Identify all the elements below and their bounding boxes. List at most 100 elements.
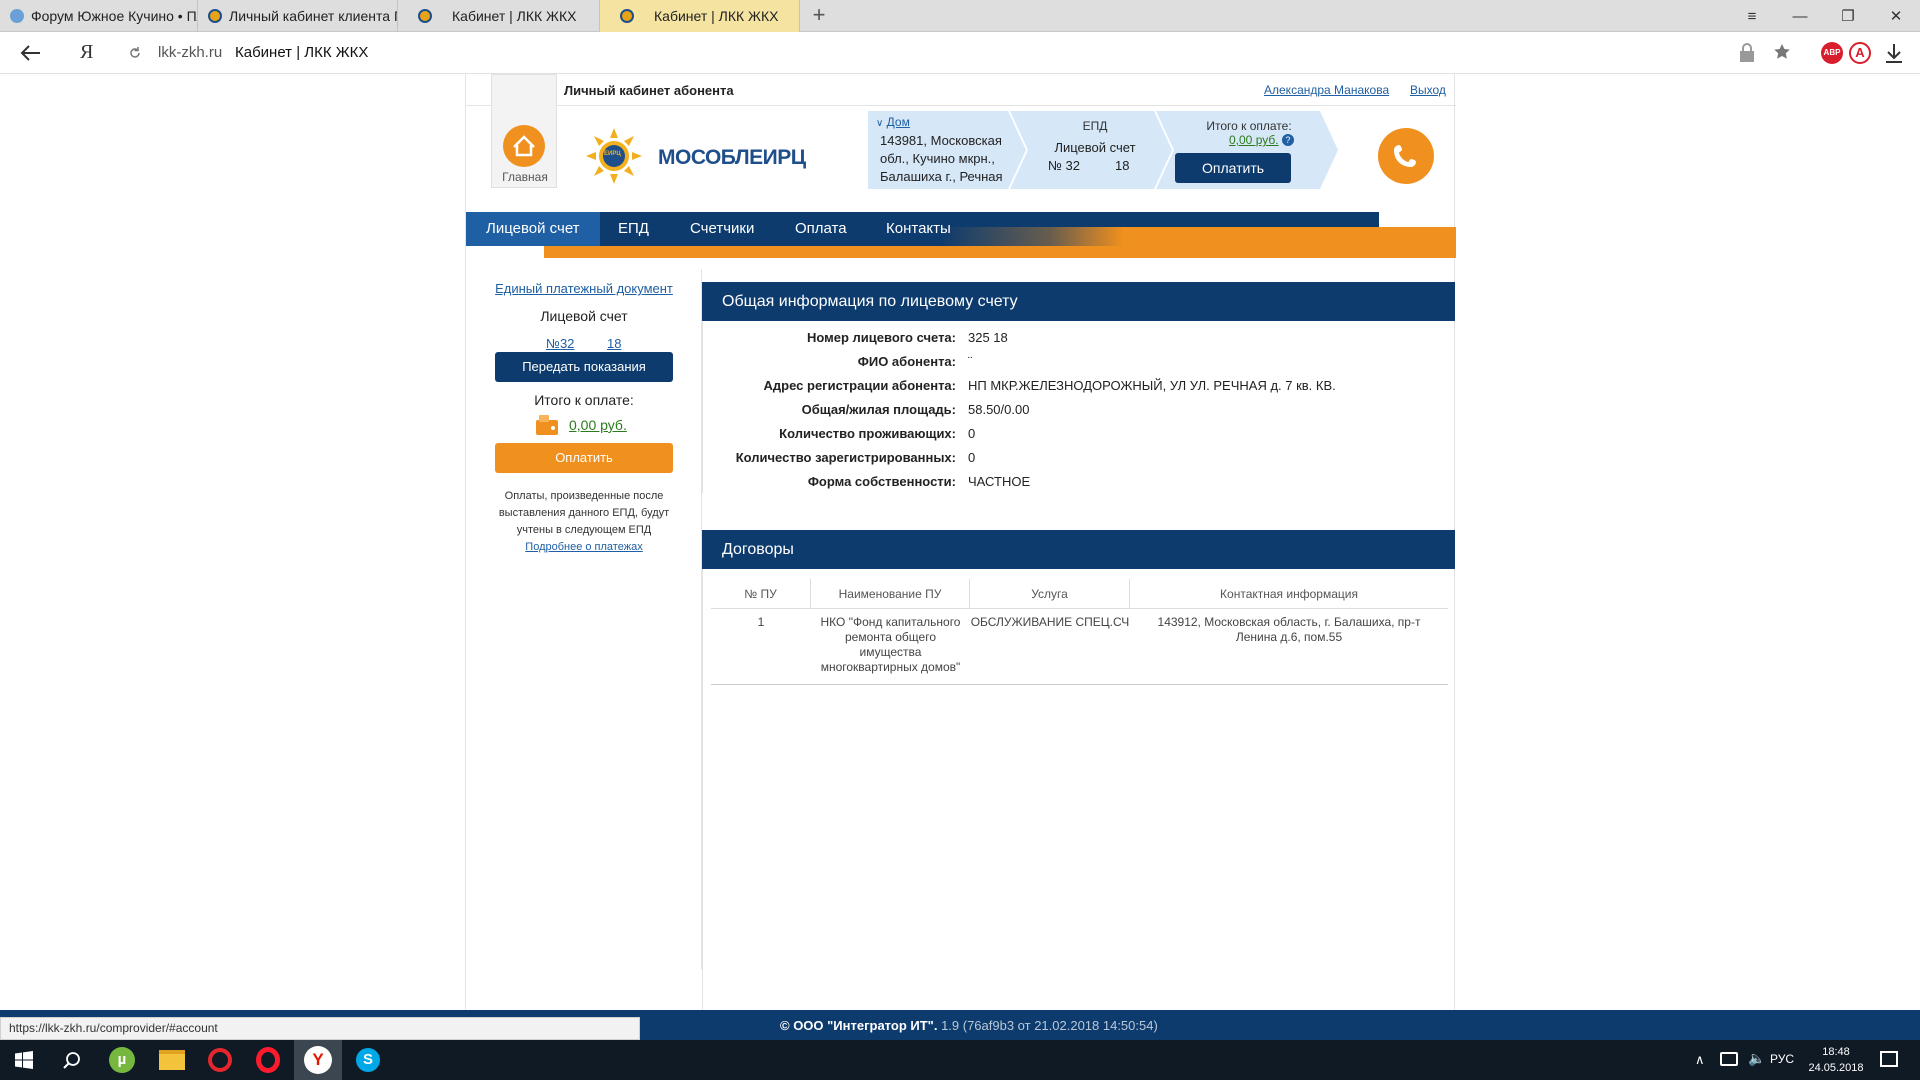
info-label: Количество зарегистрированных: — [735, 450, 956, 465]
address-line: Балашиха г., Речная — [880, 169, 1003, 184]
browser-tab-1[interactable]: Форум Южное Кучино • Пл — [0, 0, 198, 32]
cell-line: 143912, Московская область, г. Балашиха,… — [1157, 615, 1421, 629]
note-line: учтены в следующем ЕПД — [516, 524, 652, 536]
media-player-icon[interactable] — [196, 1040, 244, 1080]
cell-line: НКО "Фонд капитального — [820, 615, 961, 629]
table-cell: 143912, Московская область, г. Балашиха,… — [1130, 615, 1448, 645]
wallet-icon — [535, 414, 559, 435]
contracts-panel: № ПУ Наименование ПУ Услуга Контактная и… — [702, 569, 1455, 1079]
help-icon[interactable]: ? — [1281, 134, 1294, 146]
general-info-header: Общая информация по лицевому счету — [702, 282, 1455, 321]
extension-a-icon[interactable]: A — [1849, 42, 1871, 64]
windows-start-icon[interactable] — [0, 1040, 48, 1080]
skype-icon[interactable]: S — [344, 1040, 392, 1080]
windows-taskbar: µ Y S ∧ 🔈 РУС 18:48 24.05.2018 — [0, 1040, 1920, 1080]
back-arrow-icon[interactable] — [18, 41, 44, 65]
sidebar-account-label: Лицевой счет — [540, 308, 628, 324]
sidebar-account-suffix[interactable]: 18 — [607, 336, 621, 351]
user-name-link[interactable]: Александра Манакова — [1264, 83, 1389, 97]
browser-tab-2[interactable]: Личный кабинет клиента П — [198, 0, 398, 32]
forum-favicon-icon — [10, 9, 24, 23]
language-indicator[interactable]: РУС — [1770, 1052, 1794, 1066]
info-row: Количество зарегистрированных: 0 — [703, 446, 1443, 470]
table-row: 1 НКО "Фонд капитального ремонта общего … — [711, 615, 1448, 685]
sidebar-amount-link[interactable]: 0,00 руб. — [569, 417, 627, 433]
cell-line: многоквартирных домов" — [820, 660, 961, 674]
close-window-button[interactable]: ✕ — [1872, 0, 1920, 32]
cell-line: имущества — [859, 645, 922, 659]
logout-link[interactable]: Выход — [1410, 83, 1446, 97]
bookmark-star-icon[interactable] — [1773, 43, 1791, 61]
adblock-extension-icon[interactable]: ABP — [1821, 42, 1843, 64]
utorrent-icon[interactable]: µ — [98, 1040, 146, 1080]
lock-icon[interactable] — [1738, 43, 1756, 63]
browser-tab-3[interactable]: Кабинет | ЛКК ЖКХ — [398, 0, 600, 32]
total-amount-link[interactable]: 0,00 руб. — [1229, 133, 1279, 147]
network-icon[interactable] — [1720, 1052, 1738, 1066]
home-button[interactable]: Главная — [491, 74, 557, 188]
file-explorer-icon[interactable] — [148, 1040, 196, 1080]
general-info-table: Номер лицевого счета: 325 18 ФИО абонента… — [702, 322, 1455, 493]
chevron-down-icon: ∨ — [876, 118, 884, 129]
epd-account-label: Лицевой счет — [1054, 140, 1136, 155]
tab-label: Форум Южное Кучино • Пл — [31, 8, 198, 24]
contracts-title: Договоры — [722, 541, 794, 558]
status-url-bar: https://lkk-zkh.ru/comprovider/#account — [0, 1017, 640, 1040]
note-line: Оплаты, произведенные после — [504, 490, 664, 502]
url-domain: lkk-zkh.ru — [158, 44, 223, 61]
downloads-icon[interactable] — [1884, 42, 1904, 64]
sidebar-account-number[interactable]: №32 — [546, 336, 574, 351]
nav-item-meters[interactable]: Счетчики — [670, 212, 774, 246]
info-label: Общая/жилая площадь: — [801, 402, 956, 417]
restore-button[interactable]: ❐ — [1824, 0, 1872, 32]
minimize-button[interactable]: — — [1776, 0, 1824, 32]
column-header: Услуга — [970, 579, 1130, 609]
phone-icon[interactable] — [1378, 128, 1434, 184]
new-tab-button[interactable]: + — [806, 3, 832, 29]
epd-account-number: № 32 — [1048, 158, 1081, 173]
url-field[interactable]: lkk-zkh.ru Кабинет | ЛКК ЖКХ — [120, 37, 1790, 69]
nav-item-payment[interactable]: Оплата — [775, 212, 867, 246]
url-page-title: Кабинет | ЛКК ЖКХ — [235, 44, 369, 61]
reload-icon[interactable] — [128, 46, 142, 60]
yandex-logo-icon[interactable]: Я — [80, 41, 93, 64]
logo-text: МОСОБЛЕИРЦ — [658, 146, 806, 169]
info-label: Номер лицевого счета: — [806, 330, 956, 345]
opera-icon[interactable] — [244, 1040, 292, 1080]
nav-item-contacts[interactable]: Контакты — [866, 212, 971, 246]
info-row: ФИО абонента: ¨ — [703, 350, 1443, 374]
house-link-label[interactable]: Дом — [887, 115, 910, 129]
footer-copyright: © ООО "Интегратор ИТ". — [780, 1018, 938, 1033]
contracts-header: Договоры — [702, 530, 1455, 569]
submit-readings-button[interactable]: Передать показания — [495, 352, 673, 382]
house-address: 143981, Московская обл., Кучино мкрн., Б… — [880, 132, 1003, 186]
sidebar: Единый платежный документ Лицевой счет №… — [466, 269, 702, 969]
house-link[interactable]: ∨ Дом — [876, 115, 910, 129]
table-cell: ОБСЛУЖИВАНИЕ СПЕЦ.СЧ — [970, 615, 1130, 629]
nav-item-epd[interactable]: ЕПД — [598, 212, 669, 246]
nav-item-account[interactable]: Лицевой счет — [466, 212, 600, 246]
payments-details-link[interactable]: Подробнее о платежах — [525, 541, 642, 553]
epd-document-link[interactable]: Единый платежный документ — [466, 281, 702, 296]
site-favicon-icon — [418, 9, 432, 23]
search-icon[interactable] — [48, 1040, 96, 1080]
notifications-icon[interactable] — [1880, 1051, 1898, 1067]
browser-menu-button[interactable]: ≡ — [1728, 0, 1776, 32]
info-label: ФИО абонента: — [857, 354, 956, 369]
info-value: ЧАСТНОЕ — [968, 474, 1031, 489]
total-amount-wrap: 0,00 руб. ? — [1229, 133, 1294, 147]
mosobleirc-logo[interactable]: ЕИРЦ МОСОБЛЕИРЦ — [584, 126, 824, 186]
info-value: 325 18 — [968, 330, 1008, 345]
info-value: 58.50/0.00 — [968, 402, 1030, 417]
sidebar-pay-button[interactable]: Оплатить — [495, 443, 673, 473]
header-top-strip: Личный кабинет абонента Александра Манак… — [466, 74, 1456, 106]
info-row: Адрес регистрации абонента: НП МКР.ЖЕЛЕЗН… — [703, 374, 1443, 398]
volume-icon[interactable]: 🔈 — [1748, 1050, 1765, 1067]
tray-chevron-up-icon[interactable]: ∧ — [1695, 1052, 1705, 1068]
info-row: Номер лицевого счета: 325 18 — [703, 326, 1443, 350]
yandex-browser-icon[interactable]: Y — [294, 1040, 342, 1080]
clock[interactable]: 18:48 24.05.2018 — [1806, 1044, 1866, 1076]
browser-tab-active[interactable]: Кабинет | ЛКК ЖКХ — [600, 0, 800, 32]
info-label: Форма собственности: — [807, 474, 956, 489]
header-pay-button[interactable]: Оплатить — [1175, 153, 1291, 183]
